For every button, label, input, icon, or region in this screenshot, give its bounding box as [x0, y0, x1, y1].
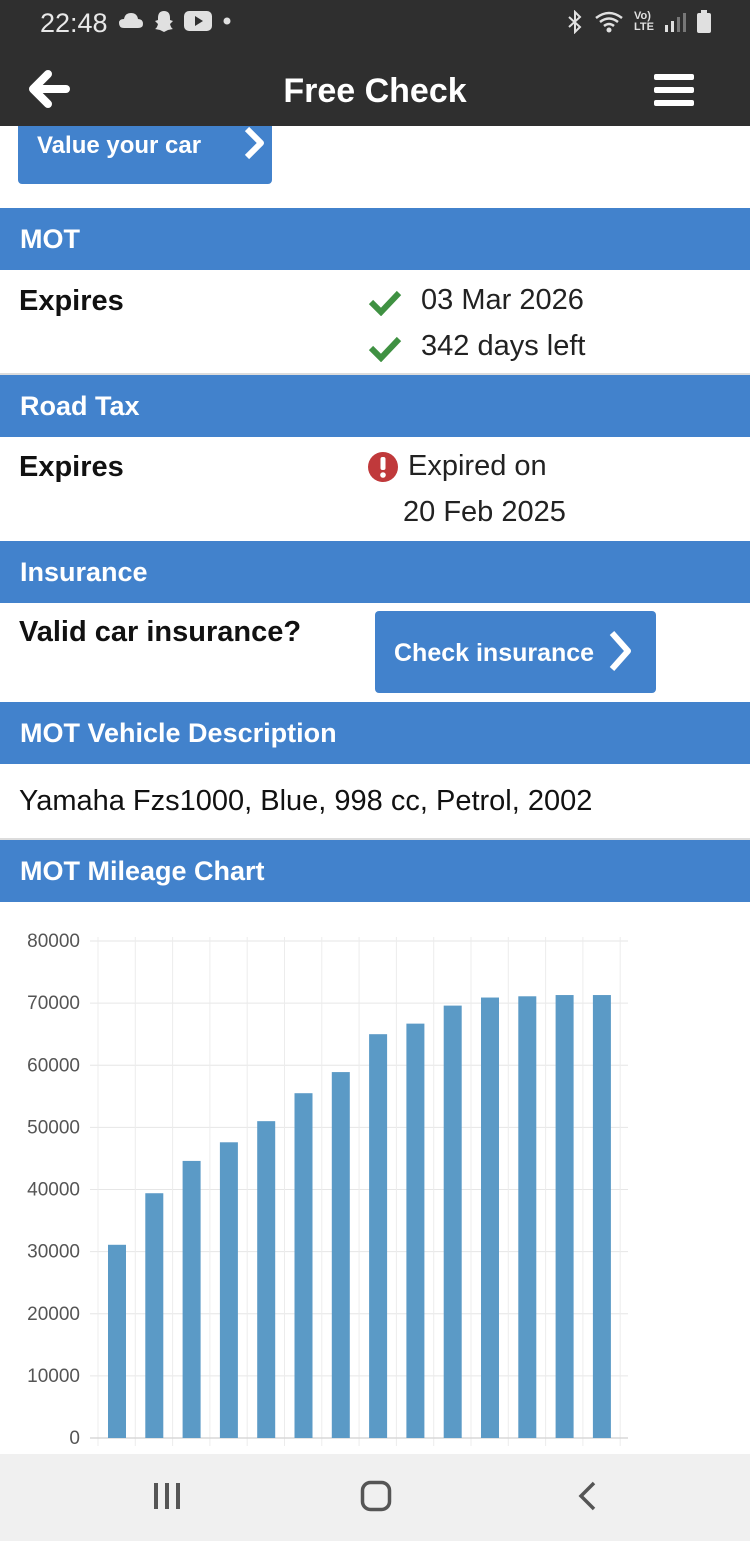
y-tick-label: 10000 [27, 1366, 80, 1387]
recents-icon[interactable] [152, 1480, 182, 1512]
mileage-bar [555, 995, 574, 1438]
vehicle-description-heading: MOT Vehicle Description [0, 702, 750, 764]
mot-expiry-date: 03 Mar 2026 [421, 284, 584, 316]
y-tick-label: 80000 [27, 931, 80, 952]
mileage-bar [108, 1244, 126, 1438]
mileage-bar [443, 1005, 462, 1438]
hamburger-menu-icon[interactable] [654, 74, 694, 106]
status-time: 22:48 [40, 8, 108, 38]
value-your-car-label: Value your car [37, 132, 202, 159]
mileage-bar [331, 1072, 350, 1438]
mileage-bar [182, 1160, 201, 1438]
road-tax-expires-label: Expires [19, 451, 124, 483]
app-bar: Free Check [0, 48, 750, 126]
mileage-bar [219, 1142, 238, 1438]
value-your-car-button[interactable]: Value your car [18, 126, 272, 184]
battery-icon [697, 10, 711, 33]
mileage-bar [481, 997, 499, 1438]
home-icon[interactable] [360, 1480, 392, 1512]
signal-icon [665, 13, 686, 32]
road-tax-heading: Road Tax [0, 375, 750, 437]
y-tick-label: 30000 [27, 1242, 80, 1263]
mileage-bar [592, 995, 611, 1438]
menu-line [654, 100, 694, 106]
check-insurance-button[interactable]: Check insurance [375, 611, 656, 693]
mileage-chart: 80000 70000 60000 50000 40000 30000 20000 10000… [27, 931, 628, 1449]
chevron-right-icon [609, 631, 631, 671]
mot-expires-label: Expires [19, 285, 124, 317]
dot-icon [223, 17, 231, 25]
status-bar: 22:48 Vo) LTE [0, 0, 750, 48]
mileage-bar [294, 1093, 313, 1438]
exclamation-circle-icon [368, 452, 398, 482]
y-tick-label: 20000 [27, 1304, 80, 1325]
mot-days-left: 342 days left [421, 330, 586, 362]
check-insurance-label: Check insurance [394, 639, 595, 667]
y-tick-label: 40000 [27, 1180, 80, 1201]
volte-icon: Vo) LTE [634, 11, 654, 33]
menu-line [654, 74, 694, 80]
checkmark-icon [368, 290, 402, 316]
status-right-icons: Vo) LTE [566, 10, 712, 34]
mileage-bar [369, 1034, 388, 1438]
back-icon[interactable] [574, 1480, 600, 1512]
chevron-right-icon [244, 126, 264, 160]
insurance-heading: Insurance [0, 541, 750, 603]
snapchat-icon [155, 11, 173, 32]
checkmark-icon [368, 336, 402, 362]
y-tick-label: 60000 [27, 1055, 80, 1076]
volte-bottom-text: LTE [634, 21, 654, 33]
mileage-bar [257, 1121, 276, 1438]
y-tick-label: 0 [69, 1428, 80, 1449]
road-tax-expired-date: 20 Feb 2025 [403, 496, 566, 528]
mileage-bar [518, 996, 537, 1438]
mileage-chart-heading: MOT Mileage Chart [0, 840, 750, 902]
y-tick-label: 70000 [27, 993, 80, 1014]
page-title: Free Check [283, 72, 467, 110]
youtube-icon [184, 11, 212, 31]
mot-heading: MOT [0, 208, 750, 270]
bluetooth-icon [568, 10, 582, 34]
vehicle-description-text: Yamaha Fzs1000, Blue, 998 cc, Petrol, 20… [19, 785, 593, 817]
menu-line [654, 87, 694, 93]
android-nav-bar [0, 1454, 750, 1541]
mileage-bar [145, 1193, 164, 1438]
insurance-question: Valid car insurance? [19, 616, 302, 648]
cloud-icon [119, 13, 143, 28]
road-tax-status: Expired on [408, 450, 547, 482]
mileage-bar [406, 1023, 425, 1438]
status-left-icons [118, 10, 232, 32]
y-tick-label: 50000 [27, 1117, 80, 1138]
wifi-icon [595, 11, 623, 33]
